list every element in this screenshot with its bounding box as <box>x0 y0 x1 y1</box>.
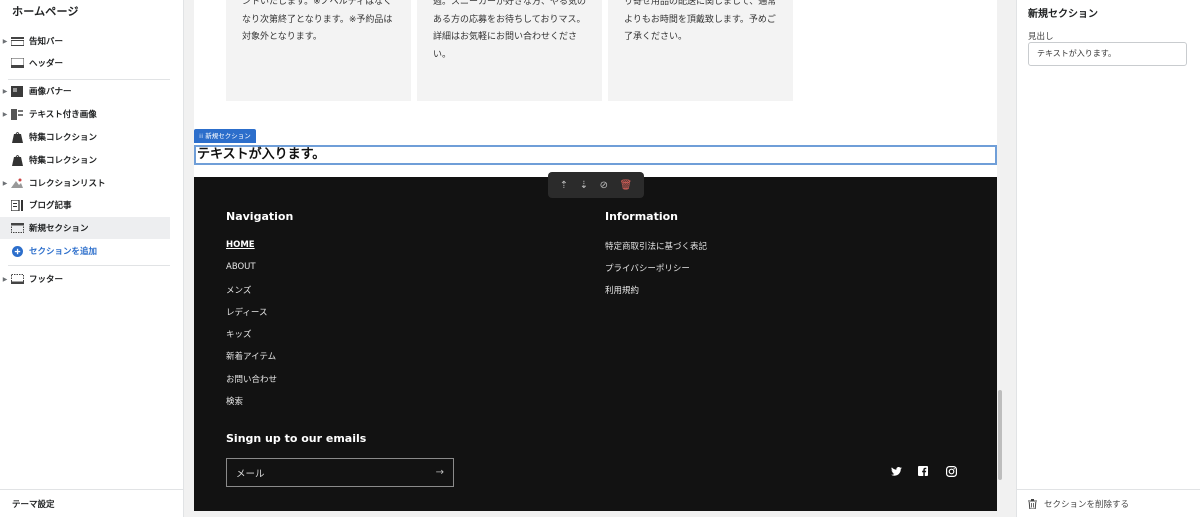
hide-icon[interactable]: ⊘ <box>600 180 608 191</box>
panel-title: 新規セクション <box>1028 9 1098 20</box>
sidebar-item-label: ブログ記事 <box>29 201 72 211</box>
selected-section-tag-label: 新規セクション <box>205 132 251 140</box>
card-text: り寄せ用品の配送に関しまして、通常よりもお時間を頂戴致します。予めご了承ください… <box>624 0 777 42</box>
sidebar-item-label: 画像バナー <box>29 87 72 97</box>
move-up-icon[interactable]: ⇡ <box>560 180 568 191</box>
sidebar-item-image-banner[interactable]: ▶ 画像バナー <box>0 80 170 102</box>
footer-link-home[interactable]: HOME <box>226 240 255 250</box>
footer-link-privacy[interactable]: プライバシーポリシー <box>605 262 690 274</box>
sidebar-item-footer[interactable]: ▶ フッター <box>0 268 170 290</box>
sidebar-item-blog-posts[interactable]: ブログ記事 <box>0 194 170 216</box>
text-card: ントいたします。※ノベルティはなくなり次第終了となります。※予約品は対象外となり… <box>226 0 411 101</box>
add-section-label: セクションを追加 <box>29 247 98 257</box>
footer-link-about[interactable]: ABOUT <box>226 262 256 272</box>
new-section-icon <box>10 223 24 234</box>
sidebar-item-featured-collection[interactable]: 特集コレクション <box>0 126 170 148</box>
section-toolbar: ⇡ ⇣ ⊘ 🗑 <box>548 172 644 198</box>
expand-caret-icon[interactable]: ▶ <box>0 276 10 283</box>
twitter-icon[interactable] <box>890 465 902 477</box>
site-footer[interactable]: ⇡ ⇣ ⊘ 🗑 Navigation HOME ABOUT メンズ レディース … <box>194 172 997 511</box>
add-section-button[interactable]: セクションを追加 <box>0 240 170 262</box>
sidebar-item-label: 告知バー <box>29 37 64 47</box>
card-text: ントいたします。※ノベルティはなくなり次第終了となります。※予約品は対象外となり… <box>242 0 393 42</box>
header-icon <box>10 58 24 69</box>
email-placeholder: メール <box>236 468 265 480</box>
footer-link-search[interactable]: 検索 <box>226 395 243 407</box>
sidebar-item-label: コレクションリスト <box>29 179 106 189</box>
sidebar-item-announcement-bar[interactable]: ▶ 告知バー <box>0 30 170 52</box>
sidebar-item-label: テキスト付き画像 <box>29 110 97 120</box>
sidebar-item-label: 特集コレクション <box>29 156 98 166</box>
facebook-icon[interactable] <box>917 465 929 477</box>
email-input[interactable]: メール → <box>226 458 454 487</box>
trash-icon[interactable]: 🗑 <box>620 180 633 191</box>
text-card: 週。スニーカーが好きな方、やる気のある方の応募をお待ちしておりマス。詳細はお気軽… <box>417 0 602 101</box>
expand-caret-icon[interactable]: ▶ <box>0 111 10 118</box>
footer-link-contact[interactable]: お問い合わせ <box>226 373 277 385</box>
image-with-text-icon <box>10 108 24 120</box>
plus-circle-icon <box>10 245 24 257</box>
expand-caret-icon[interactable]: ▶ <box>0 88 10 95</box>
sidebar-item-label: 新規セクション <box>29 224 89 234</box>
delete-section-label: セクションを削除する <box>1044 499 1130 510</box>
sections-sidebar: ホームページ ▶ 告知バー ヘッダー ▶ 画像バナー ▶ テキスト付き画像 特集… <box>0 0 184 517</box>
arrow-right-icon[interactable]: → <box>436 467 444 478</box>
sidebar-item-collection-list[interactable]: ▶ コレクションリスト <box>0 172 170 194</box>
collection-list-icon <box>10 178 24 189</box>
theme-settings-button[interactable]: テーマ設定 <box>0 489 184 517</box>
signup-heading: Singn up to our emails <box>226 432 367 445</box>
featured-collection-icon <box>10 132 24 143</box>
footer-nav-heading: Navigation <box>226 210 294 223</box>
instagram-icon[interactable] <box>945 465 957 477</box>
footer-info-heading: Information <box>605 210 678 223</box>
sidebar-item-header[interactable]: ヘッダー <box>0 52 170 74</box>
footer-link-kids[interactable]: キッズ <box>226 328 252 340</box>
preview-canvas: ントいたします。※ノベルティはなくなり次第終了となります。※予約品は対象外となり… <box>184 0 1016 517</box>
footer-link-ladies[interactable]: レディース <box>226 306 267 318</box>
section-settings-panel: 新規セクション 見出し テキストが入ります。 セクションを削除する <box>1016 0 1200 517</box>
selected-section-tag[interactable]: ⁞⁞ 新規セクション <box>194 129 256 143</box>
move-down-icon[interactable]: ⇣ <box>580 180 588 191</box>
expand-caret-icon[interactable]: ▶ <box>0 180 10 187</box>
announcement-bar-icon <box>10 36 24 47</box>
footer-icon <box>10 274 24 285</box>
card-text: 週。スニーカーが好きな方、やる気のある方の応募をお待ちしておりマス。詳細はお気軽… <box>433 0 587 60</box>
footer-link-terms[interactable]: 利用規約 <box>605 284 639 296</box>
storefront-page[interactable]: ントいたします。※ノベルティはなくなり次第終了となります。※予約品は対象外となり… <box>194 0 997 511</box>
trash-icon <box>1028 498 1037 509</box>
selected-section-heading[interactable]: テキストが入ります。 <box>194 145 997 165</box>
heading-field-label: 見出し <box>1028 32 1054 42</box>
footer-link-new-arrivals[interactable]: 新着アイテム <box>226 350 276 362</box>
text-card: り寄せ用品の配送に関しまして、通常よりもお時間を頂戴致します。予めご了承ください… <box>608 0 793 101</box>
footer-link-legal-notice[interactable]: 特定商取引法に基づく表記 <box>605 240 707 252</box>
sidebar-title: ホームページ <box>12 5 79 18</box>
sidebar-item-label: 特集コレクション <box>29 133 98 143</box>
expand-caret-icon[interactable]: ▶ <box>0 38 10 45</box>
footer-link-mens[interactable]: メンズ <box>226 284 251 296</box>
theme-settings-label: テーマ設定 <box>12 499 55 510</box>
blog-posts-icon <box>10 199 24 211</box>
sidebar-item-image-with-text[interactable]: ▶ テキスト付き画像 <box>0 103 170 125</box>
sidebar-item-label: ヘッダー <box>29 59 64 69</box>
featured-collection-icon <box>10 155 24 166</box>
image-banner-icon <box>10 85 24 97</box>
delete-section-button[interactable]: セクションを削除する <box>1017 489 1200 517</box>
heading-input[interactable]: テキストが入ります。 <box>1028 42 1187 66</box>
sidebar-item-label: フッター <box>29 275 64 285</box>
sidebar-item-featured-collection[interactable]: 特集コレクション <box>0 149 170 171</box>
preview-scrollbar[interactable] <box>998 390 1002 480</box>
sidebar-divider <box>8 265 170 266</box>
theme-editor: ホームページ ▶ 告知バー ヘッダー ▶ 画像バナー ▶ テキスト付き画像 特集… <box>0 0 1200 517</box>
sidebar-item-new-section[interactable]: 新規セクション <box>0 217 170 239</box>
